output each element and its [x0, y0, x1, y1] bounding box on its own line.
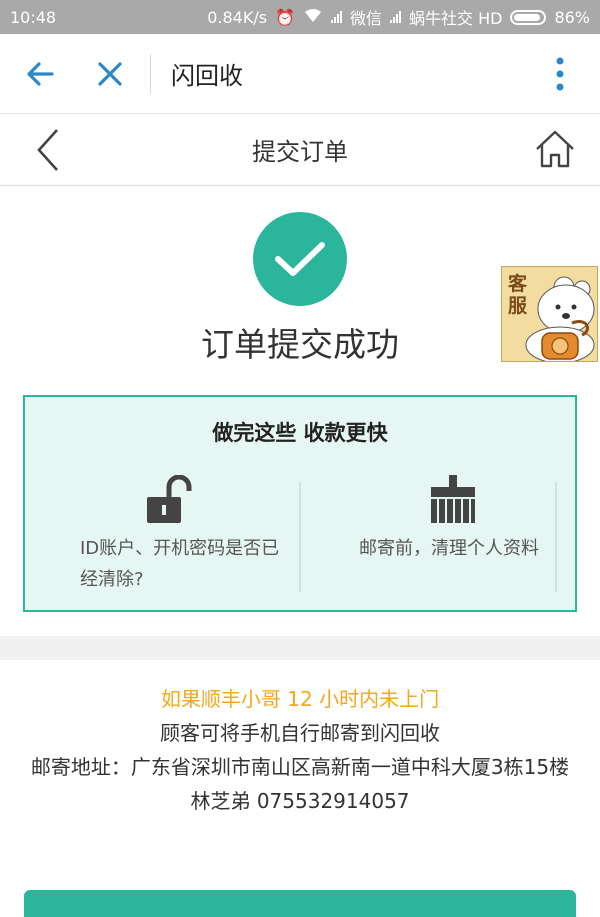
home-icon	[536, 130, 574, 168]
carrier-2: 蜗牛社交 HD	[408, 9, 503, 28]
more-button[interactable]	[520, 34, 600, 114]
signal-icon	[330, 11, 342, 23]
bottom-action-button[interactable]	[24, 890, 576, 917]
brush-icon	[431, 475, 475, 523]
arrow-left-icon	[27, 61, 54, 86]
page-title: 提交订单	[252, 138, 348, 166]
battery-icon	[510, 9, 547, 25]
more-vertical-icon	[556, 57, 564, 90]
tips-title: 做完这些 收款更快	[212, 421, 388, 445]
section-gap	[0, 636, 600, 660]
signal-icon-2	[389, 11, 401, 23]
page-nav-bar: 提交订单	[0, 114, 600, 186]
tips-divider	[299, 482, 301, 592]
appbar-divider	[150, 53, 151, 94]
mail-address: 邮寄地址：广东省深圳市南山区高新南一道中科大厦3栋15楼	[30, 755, 570, 779]
network-speed: 0.84K/s	[207, 7, 268, 27]
battery-level: 86%	[554, 7, 590, 27]
wifi-icon	[303, 7, 323, 27]
tips-divider-right	[555, 482, 557, 592]
tip-text-clear-account: ID账户、开机密码是否已经清除?	[80, 538, 280, 590]
tip-item-clear-account: ID账户、开机密码是否已经清除?	[25, 475, 295, 595]
tip-item-clear-data: 邮寄前，清理个人资料	[302, 475, 572, 595]
status-bar: 10:48 0.84K/s ⏰ 微信 蜗牛社交 HD 86%	[0, 0, 600, 34]
bear-phone-icon	[525, 276, 595, 361]
app-title: 闪回收	[171, 62, 243, 90]
app-bar: 闪回收	[0, 34, 600, 114]
customer-service-button[interactable]: 客服	[501, 266, 598, 362]
success-check-icon	[253, 212, 347, 306]
close-button[interactable]	[80, 34, 140, 114]
chevron-left-icon	[37, 129, 58, 171]
status-time: 10:48	[10, 7, 57, 27]
home-button[interactable]	[528, 122, 582, 176]
tip-text-clear-data: 邮寄前，清理个人资料	[359, 538, 539, 559]
mail-info: 如果顺丰小哥 12 小时内未上门 顾客可将手机自行邮寄到闪回收 邮寄地址：广东省…	[0, 682, 600, 818]
contact-line: 林芝弟 075532914057	[190, 789, 410, 813]
close-icon	[98, 61, 122, 86]
status-right: 0.84K/s ⏰ 微信 蜗牛社交 HD 86%	[207, 5, 590, 29]
unlock-icon	[147, 475, 192, 523]
self-mail-line: 顾客可将手机自行邮寄到闪回收	[160, 721, 440, 745]
warning-line: 如果顺丰小哥 12 小时内未上门	[160, 687, 440, 711]
nav-back-button[interactable]	[22, 124, 74, 176]
carrier-1: 微信	[349, 9, 382, 28]
tips-panel: 做完这些 收款更快 ID账户、开机密码是否已经清除? 邮寄前，清理个人资料	[23, 395, 577, 612]
alarm-icon: ⏰	[275, 7, 295, 27]
back-button[interactable]	[0, 34, 80, 114]
